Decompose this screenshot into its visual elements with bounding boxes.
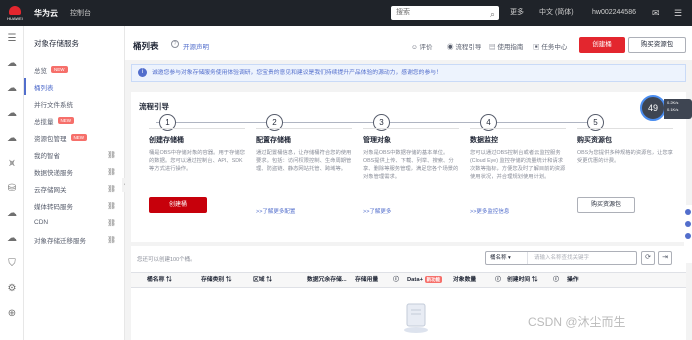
column-header[interactable]: 存储用量	[355, 273, 378, 287]
more-menu[interactable]: 更多	[510, 0, 524, 26]
watermark: CSDN @沐尘而生	[528, 315, 626, 329]
help-icon[interactable]: ?	[171, 40, 179, 48]
page-header: 桶列表 ? 开源声明 ☺ 评价 ◉ 流程引导 ▤ 使用指南 ▣ 任务中心 创建桶…	[125, 26, 692, 60]
nav-item-cdn[interactable]: CDN ⛓	[24, 214, 124, 231]
external-link-icon: ⛓	[107, 185, 116, 193]
external-link-icon: ⛓	[107, 151, 116, 159]
flow-step-card: 创建存储桶 桶是OBS中存储对象的容器。用于存储您的数据。您可以通过控制台、AP…	[149, 128, 245, 240]
survey-notice[interactable]: i 诚邀您参与对象存储服务使用体验调研，您宝贵的意见和建议是我们持续提升产品体验…	[131, 64, 686, 82]
flow-step-card: 配置存储桶 通过配置桶信息，让存储桶符合您的使用要求。包括：访问权限控制、生命周…	[256, 128, 352, 240]
nav-item-overview[interactable]: 总览 NEW	[24, 61, 124, 78]
cloud-icon[interactable]: ☁	[0, 201, 24, 226]
column-header[interactable]: 对象数量	[453, 273, 476, 287]
bucket-filter[interactable]: 桶名称 ▾ 请输入名称查找关键字	[485, 251, 637, 265]
column-header[interactable]: 桶名称 ⇅	[147, 273, 172, 287]
nav-item-data-express[interactable]: 数据快递服务 ⛓	[24, 163, 124, 180]
info-icon: i	[138, 68, 147, 77]
huawei-logo[interactable]: HUAWEI	[4, 2, 26, 24]
external-link-icon: ⛓	[107, 236, 116, 244]
chart-icon[interactable]: ⩙	[0, 151, 24, 176]
open-source-link[interactable]: 开源声明	[183, 41, 209, 51]
top-bar: HUAWEI 华为云 控制台 搜索 ⌕ 更多 中文 (简体) hw0022445…	[0, 0, 692, 26]
help-icon[interactable]	[685, 233, 691, 239]
cloud-icon[interactable]: ☁	[0, 76, 24, 101]
chat-icon[interactable]	[685, 209, 691, 215]
shield-icon[interactable]: ⛉	[0, 251, 24, 276]
external-link-icon: ⛓	[107, 202, 116, 210]
cloud-icon[interactable]: ☁	[0, 51, 24, 76]
cloud-icon[interactable]: ☁	[0, 226, 24, 251]
external-link-icon: ⛓	[107, 168, 116, 176]
brand-name[interactable]: 华为云	[34, 8, 58, 19]
create-bucket-button[interactable]: 创建桶	[579, 37, 625, 53]
column-header[interactable]: 区域 ⇅	[253, 273, 272, 287]
performance-widget[interactable]: 49	[640, 95, 666, 121]
globe-icon[interactable]: ⊕	[0, 301, 24, 326]
message-icon[interactable]: ✉	[652, 0, 660, 26]
export-icon[interactable]: ⇥	[658, 251, 672, 265]
create-bucket-button[interactable]: 创建桶	[149, 197, 207, 213]
nav-item-parallel-fs[interactable]: 并行文件系统	[24, 95, 124, 112]
nav-item-smart-save[interactable]: 我的智省 ⛓	[24, 146, 124, 163]
cloud-icon[interactable]: ☁	[0, 101, 24, 126]
service-nav: 对象存储服务 总览 NEW 桶列表 并行文件系统 总揽量 NEW 资源包管理 NEW …	[24, 26, 125, 340]
network-stats: 0.2K/s 0.1K/s	[664, 99, 692, 119]
flow-step-card: 数据监控 您可以通过OBS控制台或者云监控服务 (Cloud Eye) 监控存储…	[470, 128, 566, 240]
monitor-more-link[interactable]: >>更多监控信息	[470, 207, 509, 215]
database-icon[interactable]: ⛁	[0, 176, 24, 201]
table-header: 桶名称 ⇅ 存储类别 ⇅ 区域 ⇅ 数据冗余存储... 存储用量 ⓘ Data+…	[131, 272, 686, 288]
search-input[interactable]: 搜索 ⌕	[391, 6, 499, 20]
flow-guide-panel: 流程引导 1 创建存储桶 桶是OBS中存储对象的容器。用于存储您的数据。您可以通…	[131, 92, 686, 242]
help-icon[interactable]: ⓘ	[553, 273, 559, 287]
flow-guide-action[interactable]: ◉ 流程引导	[447, 41, 481, 51]
refresh-icon[interactable]: ⟳	[641, 251, 655, 265]
nav-item-migration[interactable]: 对象存储迁移服务 ⛓	[24, 231, 124, 248]
flow-title: 流程引导	[139, 102, 169, 111]
main-content: 桶列表 ? 开源声明 ☺ 评价 ◉ 流程引导 ▤ 使用指南 ▣ 任务中心 创建桶…	[125, 26, 692, 340]
column-header[interactable]: 存储类别 ⇅	[201, 273, 232, 287]
menu-icon[interactable]: ☰	[674, 0, 682, 26]
nav-item-packages[interactable]: 资源包管理 NEW	[24, 129, 124, 146]
nav-title: 对象存储服务	[34, 39, 79, 48]
nav-item-gateway[interactable]: 云存储网关 ⛓	[24, 180, 124, 197]
feedback-icon[interactable]	[685, 221, 691, 227]
column-header[interactable]: 创建时间 ⇅	[507, 273, 538, 287]
console-link[interactable]: 控制台	[70, 8, 91, 18]
rate-action[interactable]: ☺ 评价	[411, 41, 432, 51]
flow-step-card: 管理对象 对象是OBS中数据存储的基本单位。OBS提供上传、下载、列举、搜索、分…	[363, 128, 459, 240]
user-account[interactable]: hw002244586	[592, 0, 636, 26]
help-icon[interactable]: ⓘ	[393, 273, 399, 287]
user-guide-action[interactable]: ▤ 使用指南	[489, 41, 523, 51]
quota-text: 您还可以创建100个桶。	[137, 257, 196, 263]
help-icon[interactable]: ⓘ	[495, 273, 501, 287]
service-icon-sidebar: ☰ ☁ ☁ ☁ ☁ ⩙ ⛁ ☁ ☁ ⛉ ⚙ ⊕	[0, 26, 24, 340]
column-header: 操作	[567, 277, 579, 283]
cloud-icon[interactable]: ☁	[0, 126, 24, 151]
buy-package-button[interactable]: 购买资源包	[628, 37, 686, 53]
filter-field-select[interactable]: 桶名称 ▾	[486, 252, 528, 264]
right-side-rail	[684, 205, 692, 263]
column-header[interactable]: 数据冗余存储...	[307, 273, 347, 287]
filter-input[interactable]: 请输入名称查找关键字	[534, 252, 589, 264]
column-header[interactable]: Data+ 新功能	[407, 273, 443, 287]
language-selector[interactable]: 中文 (简体)	[539, 0, 574, 26]
nav-item-overview-volume[interactable]: 总揽量 NEW	[24, 112, 124, 129]
menu-toggle-icon[interactable]: ☰	[0, 26, 24, 51]
external-link-icon: ⛓	[107, 219, 116, 227]
nav-item-transcode[interactable]: 媒体转码服务 ⛓	[24, 197, 124, 214]
settings-icon[interactable]: ⚙	[0, 276, 24, 301]
search-icon[interactable]: ⌕	[490, 7, 495, 21]
empty-state-icon	[404, 303, 428, 333]
nav-item-bucket-list[interactable]: 桶列表	[24, 78, 124, 95]
page-title: 桶列表	[133, 41, 159, 51]
objects-more-link[interactable]: >>了解更多	[363, 207, 391, 215]
buy-package-button[interactable]: 购买资源包	[577, 197, 635, 213]
flow-step-card: 购买资源包 OBS为您提供多种规格的资源包，让您享受更优惠的计费。 购买资源包	[577, 128, 673, 240]
task-center-action[interactable]: ▣ 任务中心	[533, 41, 567, 51]
config-more-link[interactable]: >>了解更多配置	[256, 207, 295, 215]
